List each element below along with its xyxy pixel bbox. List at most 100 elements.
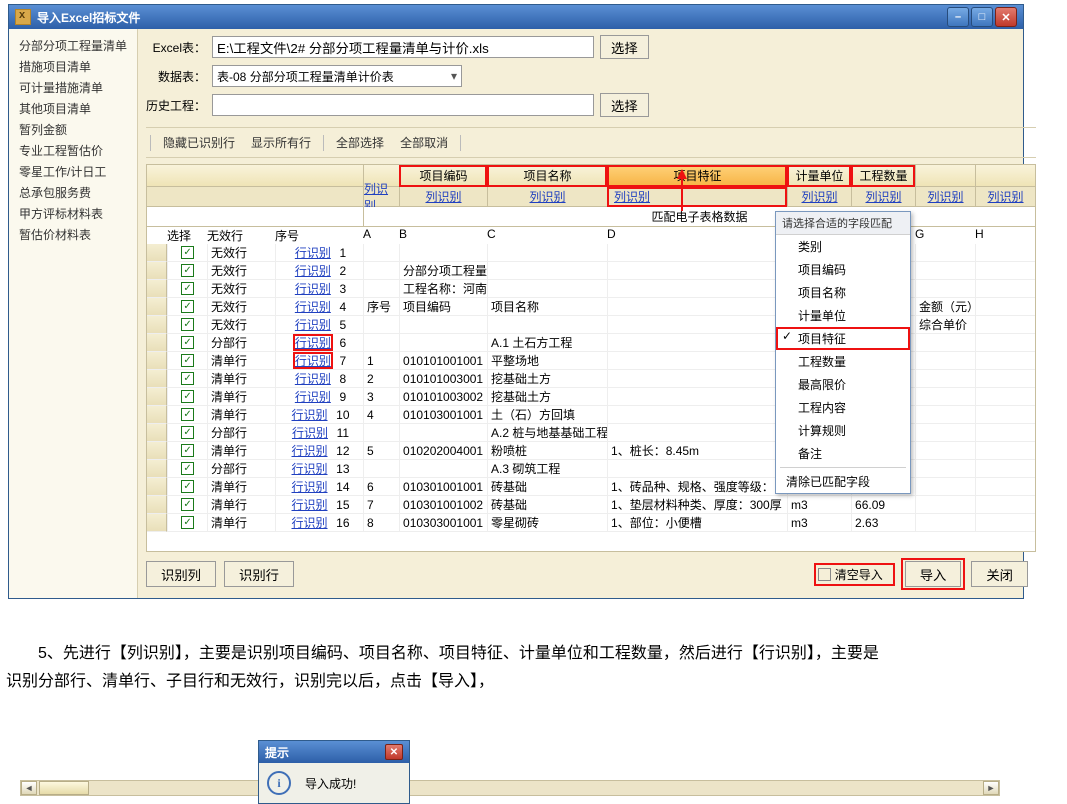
- sidebar: 分部分项工程量清单 措施项目清单 可计量措施清单 其他项目清单 暂列金额 专业工…: [9, 29, 138, 598]
- tb-unselall[interactable]: 全部取消: [392, 132, 456, 153]
- row-checkbox[interactable]: ✓: [167, 424, 207, 442]
- table-row[interactable]: ✓清单行行识别 168010303001001零星砌砖1、部位：小便槽m32.6…: [147, 514, 1035, 532]
- dd-item[interactable]: 工程内容: [776, 396, 910, 419]
- row-checkbox[interactable]: ✓: [167, 388, 207, 406]
- row-header: [147, 388, 167, 406]
- col-code[interactable]: 项目编码: [399, 165, 487, 187]
- col-identify-e[interactable]: 列识别: [802, 188, 838, 205]
- clear-import-checkbox[interactable]: 清空导入: [818, 566, 883, 583]
- sidebar-item[interactable]: 措施项目清单: [13, 56, 133, 77]
- row-checkbox[interactable]: ✓: [167, 442, 207, 460]
- col-feature[interactable]: 项目特征: [607, 165, 787, 187]
- maximize-button[interactable]: □: [971, 7, 993, 27]
- col-identify-d[interactable]: 列识别: [614, 188, 650, 205]
- sidebar-item[interactable]: 甲方评标材料表: [13, 203, 133, 224]
- tb-selall[interactable]: 全部选择: [328, 132, 392, 153]
- sidebar-item[interactable]: 分部分项工程量清单: [13, 35, 133, 56]
- row-header: [147, 496, 167, 514]
- row-type: 清单行: [207, 406, 275, 424]
- row-identify[interactable]: 行识别 6: [275, 334, 363, 352]
- history-input[interactable]: [212, 94, 594, 116]
- sidebar-item[interactable]: 可计量措施清单: [13, 77, 133, 98]
- sidebar-item[interactable]: 暂估价材料表: [13, 224, 133, 245]
- row-type: 清单行: [207, 442, 275, 460]
- row-checkbox[interactable]: ✓: [167, 298, 207, 316]
- col-name[interactable]: 项目名称: [487, 165, 607, 187]
- dd-item[interactable]: 类别: [776, 235, 910, 258]
- tb-hide[interactable]: 隐藏已识别行: [155, 132, 243, 153]
- row-identify[interactable]: 行识别 15: [275, 496, 363, 514]
- row-type: 无效行: [207, 262, 275, 280]
- dd-item[interactable]: 项目名称: [776, 281, 910, 304]
- col-identify-h[interactable]: 列识别: [988, 188, 1024, 205]
- col-qty[interactable]: 工程数量: [851, 165, 915, 187]
- col-identify-g[interactable]: 列识别: [928, 188, 964, 205]
- minimize-button[interactable]: –: [947, 7, 969, 27]
- col-unit[interactable]: 计量单位: [787, 165, 851, 187]
- row-identify[interactable]: 行识别 13: [275, 460, 363, 478]
- row-checkbox[interactable]: ✓: [167, 352, 207, 370]
- row-identify[interactable]: 行识别 5: [275, 316, 363, 334]
- row-header: [147, 316, 167, 334]
- row-header: [147, 298, 167, 316]
- row-type: 无效行: [207, 298, 275, 316]
- row-checkbox[interactable]: ✓: [167, 334, 207, 352]
- row-checkbox[interactable]: ✓: [167, 370, 207, 388]
- outer-scrollbar[interactable]: ◄ ►: [20, 780, 1000, 796]
- dd-item[interactable]: 计量单位: [776, 304, 910, 327]
- row-checkbox[interactable]: ✓: [167, 244, 207, 262]
- titlebar[interactable]: 导入Excel招标文件 – □ ✕: [9, 5, 1023, 29]
- row-identify[interactable]: 行识别 16: [275, 514, 363, 532]
- row-checkbox[interactable]: ✓: [167, 478, 207, 496]
- row-identify[interactable]: 行识别 4: [275, 298, 363, 316]
- row-checkbox[interactable]: ✓: [167, 496, 207, 514]
- row-checkbox[interactable]: ✓: [167, 514, 207, 532]
- row-identify[interactable]: 行识别 12: [275, 442, 363, 460]
- row-identify[interactable]: 行识别 9: [275, 388, 363, 406]
- identify-row-button[interactable]: 识别行: [224, 561, 294, 587]
- row-checkbox[interactable]: ✓: [167, 406, 207, 424]
- row-checkbox[interactable]: ✓: [167, 280, 207, 298]
- col-identify-c[interactable]: 列识别: [530, 188, 566, 205]
- excel-browse-button[interactable]: 选择: [600, 35, 649, 59]
- sidebar-item[interactable]: 其他项目清单: [13, 98, 133, 119]
- scroll-right-icon: ►: [983, 781, 999, 795]
- row-identify[interactable]: 行识别 8: [275, 370, 363, 388]
- row-checkbox[interactable]: ✓: [167, 460, 207, 478]
- col-identify-b[interactable]: 列识别: [426, 188, 462, 205]
- sidebar-item[interactable]: 总承包服务费: [13, 182, 133, 203]
- dd-item[interactable]: 备注: [776, 442, 910, 465]
- toolbar: 隐藏已识别行 显示所有行 全部选择 全部取消: [146, 127, 1036, 158]
- sheet-select[interactable]: 表-08 分部分项工程量清单计价表: [212, 65, 462, 87]
- history-browse-button[interactable]: 选择: [600, 93, 649, 117]
- row-checkbox[interactable]: ✓: [167, 316, 207, 334]
- sidebar-item[interactable]: 专业工程暂估价: [13, 140, 133, 161]
- row-identify[interactable]: 行识别 7: [275, 352, 363, 370]
- dd-item[interactable]: 项目编码: [776, 258, 910, 281]
- col-identify-f[interactable]: 列识别: [866, 188, 902, 205]
- prompt-close-button[interactable]: ✕: [385, 744, 403, 760]
- row-checkbox[interactable]: ✓: [167, 262, 207, 280]
- close-button[interactable]: ✕: [995, 7, 1017, 27]
- row-identify[interactable]: 行识别 1: [275, 244, 363, 262]
- row-identify[interactable]: 行识别 2: [275, 262, 363, 280]
- row-identify[interactable]: 行识别 11: [275, 424, 363, 442]
- sidebar-item[interactable]: 零星工作/计日工: [13, 161, 133, 182]
- import-button[interactable]: 导入: [905, 561, 962, 587]
- dd-item[interactable]: 计算规则: [776, 419, 910, 442]
- dd-item[interactable]: 最高限价: [776, 373, 910, 396]
- row-identify[interactable]: 行识别 14: [275, 478, 363, 496]
- identify-col-button[interactable]: 识别列: [146, 561, 216, 587]
- prompt-title: 提示: [265, 744, 289, 761]
- dd-item-checked[interactable]: 项目特征: [776, 327, 910, 350]
- table-row[interactable]: ✓清单行行识别 157010301001002砖基础1、垫层材料种类、厚度：30…: [147, 496, 1035, 514]
- row-identify[interactable]: 行识别 10: [275, 406, 363, 424]
- dd-item[interactable]: 工程数量: [776, 350, 910, 373]
- row-identify[interactable]: 行识别 3: [275, 280, 363, 298]
- sidebar-item[interactable]: 暂列金额: [13, 119, 133, 140]
- excel-path-input[interactable]: [212, 36, 594, 58]
- field-dropdown[interactable]: 请选择合适的字段匹配 类别 项目编码 项目名称 计量单位 项目特征 工程数量 最…: [775, 211, 911, 494]
- close-button-footer[interactable]: 关闭: [971, 561, 1028, 587]
- dd-clear[interactable]: 清除已匹配字段: [776, 470, 910, 493]
- tb-showall[interactable]: 显示所有行: [243, 132, 319, 153]
